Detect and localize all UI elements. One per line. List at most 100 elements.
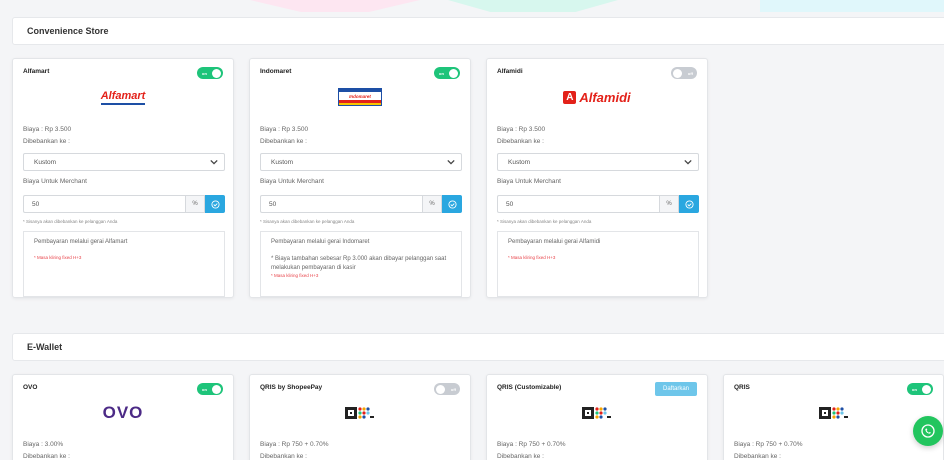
wallet-card: OVO on OVO Biaya : 3.00% Dibebankan ke : — [12, 374, 234, 460]
payment-info-text: Pembayaran melalui gerai Indomaret — [271, 239, 370, 245]
charged-to-label: Dibebankan ke : — [497, 453, 544, 460]
alfamidi-logo: A Alfamidi — [563, 89, 631, 105]
qris-icon — [818, 407, 848, 419]
charged-to-label: Dibebankan ke : — [260, 453, 307, 460]
decor-pink — [250, 0, 420, 12]
settlement-text: * Masa kliring fixed H+3 — [508, 255, 556, 260]
percent-addon: % — [422, 195, 442, 213]
fee-text: Biaya : Rp 750 + 0.70% — [734, 441, 803, 448]
section-convenience-store: Convenience Store — [12, 17, 944, 45]
decor-cyan — [760, 0, 944, 12]
section-ewallet: E-Wallet — [12, 333, 944, 361]
fee-text: Biaya : Rp 750 + 0.70% — [497, 441, 566, 448]
toggle-knob — [922, 384, 931, 394]
payment-info-text: Pembayaran melalui gerai Alfamidi — [508, 239, 601, 245]
check-circle-icon — [210, 199, 220, 209]
extra-fee-text: * Biaya tambahan sebesar Rp 3.000 akan d… — [271, 256, 447, 271]
logo-band — [339, 103, 381, 105]
card-title: QRIS (Customizable) — [497, 384, 562, 391]
fee-text: Biaya : Rp 750 + 0.70% — [260, 441, 329, 448]
select-value: Kustom — [508, 158, 531, 166]
chevron-down-icon — [447, 158, 455, 168]
qris-logo — [345, 406, 375, 420]
save-fee-button[interactable] — [679, 195, 699, 213]
toggle-label: on — [439, 70, 444, 76]
card-title: QRIS — [734, 384, 750, 391]
merchant-fee-label: Biaya Untuk Merchant — [497, 178, 561, 185]
toggle-label: off — [687, 70, 693, 76]
wallet-card: QRIS on Biaya : Rp 750 + 0.70% Dibebankan k… — [723, 374, 944, 460]
merchant-fee-label: Biaya Untuk Merchant — [260, 178, 324, 185]
charged-to-label: Dibebankan ke : — [260, 138, 307, 145]
merchant-fee-input[interactable]: 50 — [497, 195, 659, 213]
enable-toggle[interactable]: off — [671, 67, 697, 79]
card-title: OVO — [23, 384, 38, 391]
brand-logo: OVO — [13, 402, 233, 424]
remaining-fee-note: * Sisanya akan dibebankan ke pelanggan A… — [260, 219, 355, 224]
charged-to-label: Dibebankan ke : — [23, 453, 70, 460]
charged-to-select[interactable]: Kustom — [260, 153, 462, 171]
chevron-down-icon — [684, 158, 692, 168]
check-circle-icon — [447, 199, 457, 209]
qris-icon — [345, 407, 374, 419]
save-fee-button[interactable] — [442, 195, 462, 213]
toggle-knob — [436, 384, 445, 394]
section-title: E-Wallet — [27, 342, 63, 352]
qris-logo — [582, 406, 612, 420]
brand-logo — [724, 402, 943, 424]
brand-logo: Alfamart — [13, 86, 233, 108]
charged-to-label: Dibebankan ke : — [497, 138, 544, 145]
indomaret-logo-text: Indomaret — [349, 93, 371, 99]
wallet-card: QRIS by ShopeePay off Biaya : Rp 750 + 0.7… — [249, 374, 471, 460]
register-button[interactable]: Daftarkan — [654, 382, 697, 396]
store-card-alfamart: Alfamart on Alfamart Biaya : Rp 3.500 Dibeba… — [12, 58, 234, 298]
enable-toggle[interactable]: on — [197, 67, 223, 79]
whatsapp-chat-button[interactable] — [913, 416, 943, 446]
brand-logo: A Alfamidi — [487, 86, 707, 108]
alfamidi-logo-text: Alfamidi — [579, 89, 631, 105]
charged-to-label: Dibebankan ke : — [734, 453, 781, 460]
toggle-label: on — [912, 386, 917, 392]
whatsapp-icon — [921, 424, 935, 438]
payment-info-box: Pembayaran melalui gerai Alfamart * Masa … — [23, 231, 225, 297]
enable-toggle[interactable]: on — [197, 383, 223, 395]
card-title: QRIS by ShopeePay — [260, 384, 323, 391]
card-title: Alfamidi — [497, 68, 523, 75]
charged-to-select[interactable]: Kustom — [497, 153, 699, 171]
payment-info-box: Pembayaran melalui gerai Indomaret * Biay… — [260, 231, 462, 297]
enable-toggle[interactable]: on — [907, 383, 933, 395]
card-title: Indomaret — [260, 68, 292, 75]
enable-toggle[interactable]: off — [434, 383, 460, 395]
logo-band: Indomaret — [339, 92, 381, 100]
enable-toggle[interactable]: on — [434, 67, 460, 79]
charged-to-label: Dibebankan ke : — [23, 138, 70, 145]
select-value: Kustom — [271, 158, 294, 166]
charged-to-select[interactable]: Kustom — [23, 153, 225, 171]
section-title: Convenience Store — [27, 26, 109, 36]
toggle-knob — [449, 68, 458, 78]
merchant-fee-input[interactable]: 50 — [23, 195, 185, 213]
merchant-fee-group: 50% — [497, 195, 699, 213]
store-card-indomaret: Indomaret on Indomaret Biaya : Rp 3.500 Dibe… — [249, 58, 471, 298]
qris-icon — [582, 407, 611, 419]
toggle-label: off — [450, 386, 456, 392]
toggle-knob — [212, 384, 221, 394]
ovo-logo-text: OVO — [102, 403, 144, 422]
toggle-knob — [673, 68, 682, 78]
merchant-fee-input[interactable]: 50 — [260, 195, 422, 213]
merchant-fee-group: 50% — [260, 195, 462, 213]
save-fee-button[interactable] — [205, 195, 225, 213]
check-circle-icon — [684, 199, 694, 209]
select-value: Kustom — [34, 158, 57, 166]
decor-green — [448, 0, 618, 12]
settlement-text: * Masa kliring fixed H+3 — [271, 273, 319, 278]
toggle-knob — [212, 68, 221, 78]
toggle-label: on — [202, 386, 207, 392]
remaining-fee-note: * Sisanya akan dibebankan ke pelanggan A… — [23, 219, 118, 224]
settlement-text: * Masa kliring fixed H+3 — [34, 255, 82, 260]
indomaret-logo: Indomaret — [338, 88, 382, 106]
toggle-label: on — [202, 70, 207, 76]
payment-info-text: Pembayaran melalui gerai Alfamart — [34, 239, 128, 245]
brand-logo: Indomaret — [250, 86, 470, 108]
brand-logo — [487, 402, 707, 424]
